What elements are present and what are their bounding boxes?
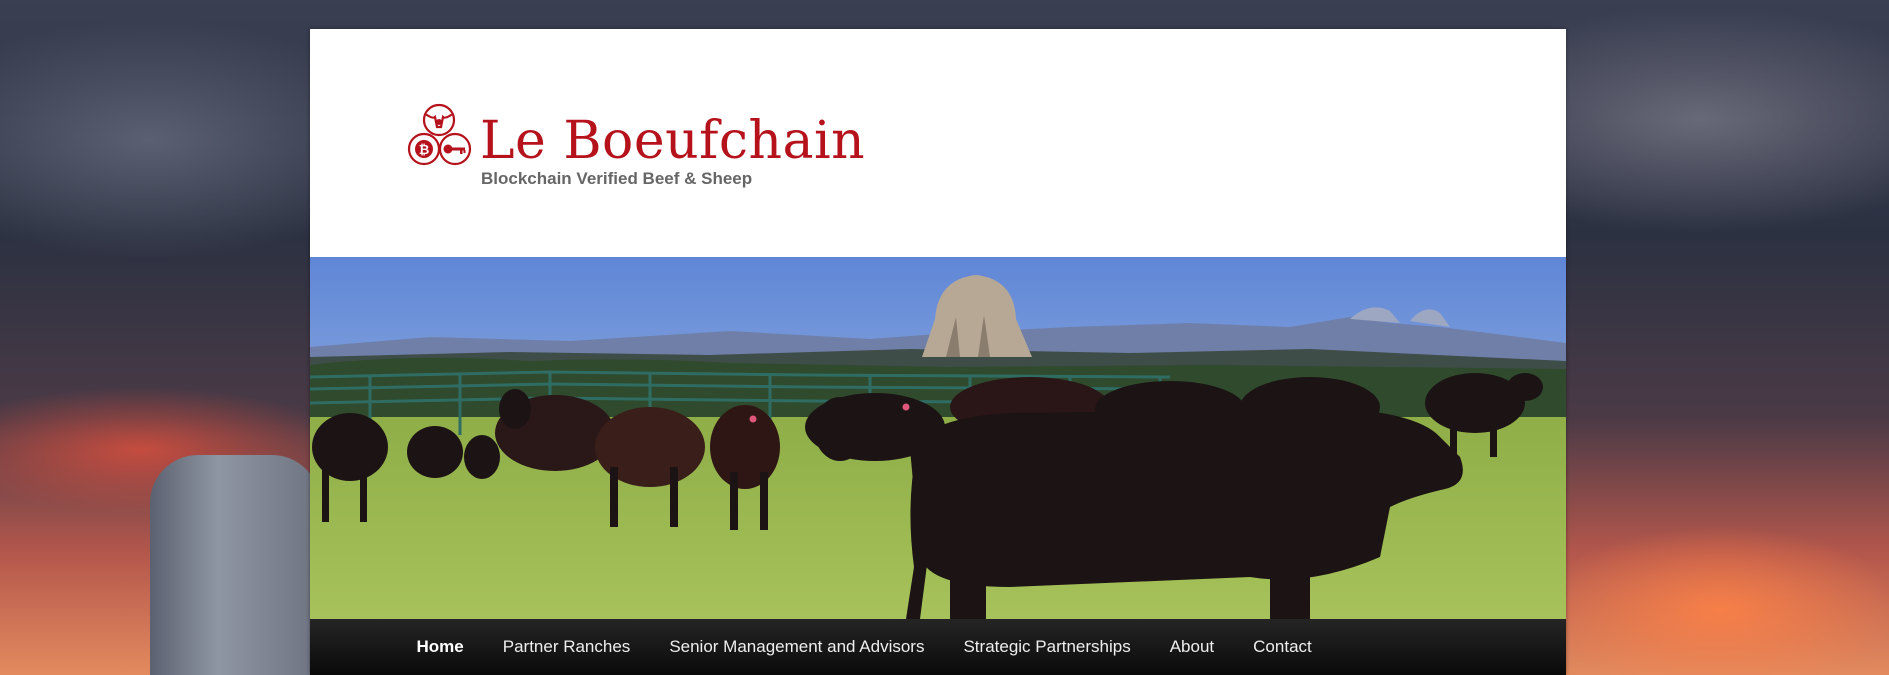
site-tagline: Blockchain Verified Beef & Sheep: [481, 169, 753, 188]
nav-item-about[interactable]: About: [1150, 619, 1233, 675]
nav-item-senior-management[interactable]: Senior Management and Advisors: [650, 619, 944, 675]
page-container: ₿ Le Boeufchain Blockchain Verified Beef…: [310, 29, 1566, 675]
logo-mark: ₿: [407, 103, 472, 166]
longhorn-icon: [422, 103, 456, 137]
header-image: [310, 257, 1566, 619]
site-title[interactable]: Le Boeufchain: [480, 111, 865, 171]
nav-item-home[interactable]: Home: [397, 619, 483, 675]
svg-text:₿: ₿: [419, 143, 430, 158]
nav-item-partner-ranches[interactable]: Partner Ranches: [483, 619, 650, 675]
site-header: ₿ Le Boeufchain Blockchain Verified Beef…: [310, 29, 1566, 257]
bitcoin-icon: ₿: [407, 132, 441, 166]
main-navigation: Home Partner Ranches Senior Management a…: [310, 619, 1566, 675]
nav-menu: Home Partner Ranches Senior Management a…: [310, 619, 1566, 675]
background-butte: [150, 455, 320, 675]
nav-item-contact[interactable]: Contact: [1234, 619, 1332, 675]
nav-item-strategic-partnerships[interactable]: Strategic Partnerships: [944, 619, 1150, 675]
key-icon: [438, 132, 472, 166]
